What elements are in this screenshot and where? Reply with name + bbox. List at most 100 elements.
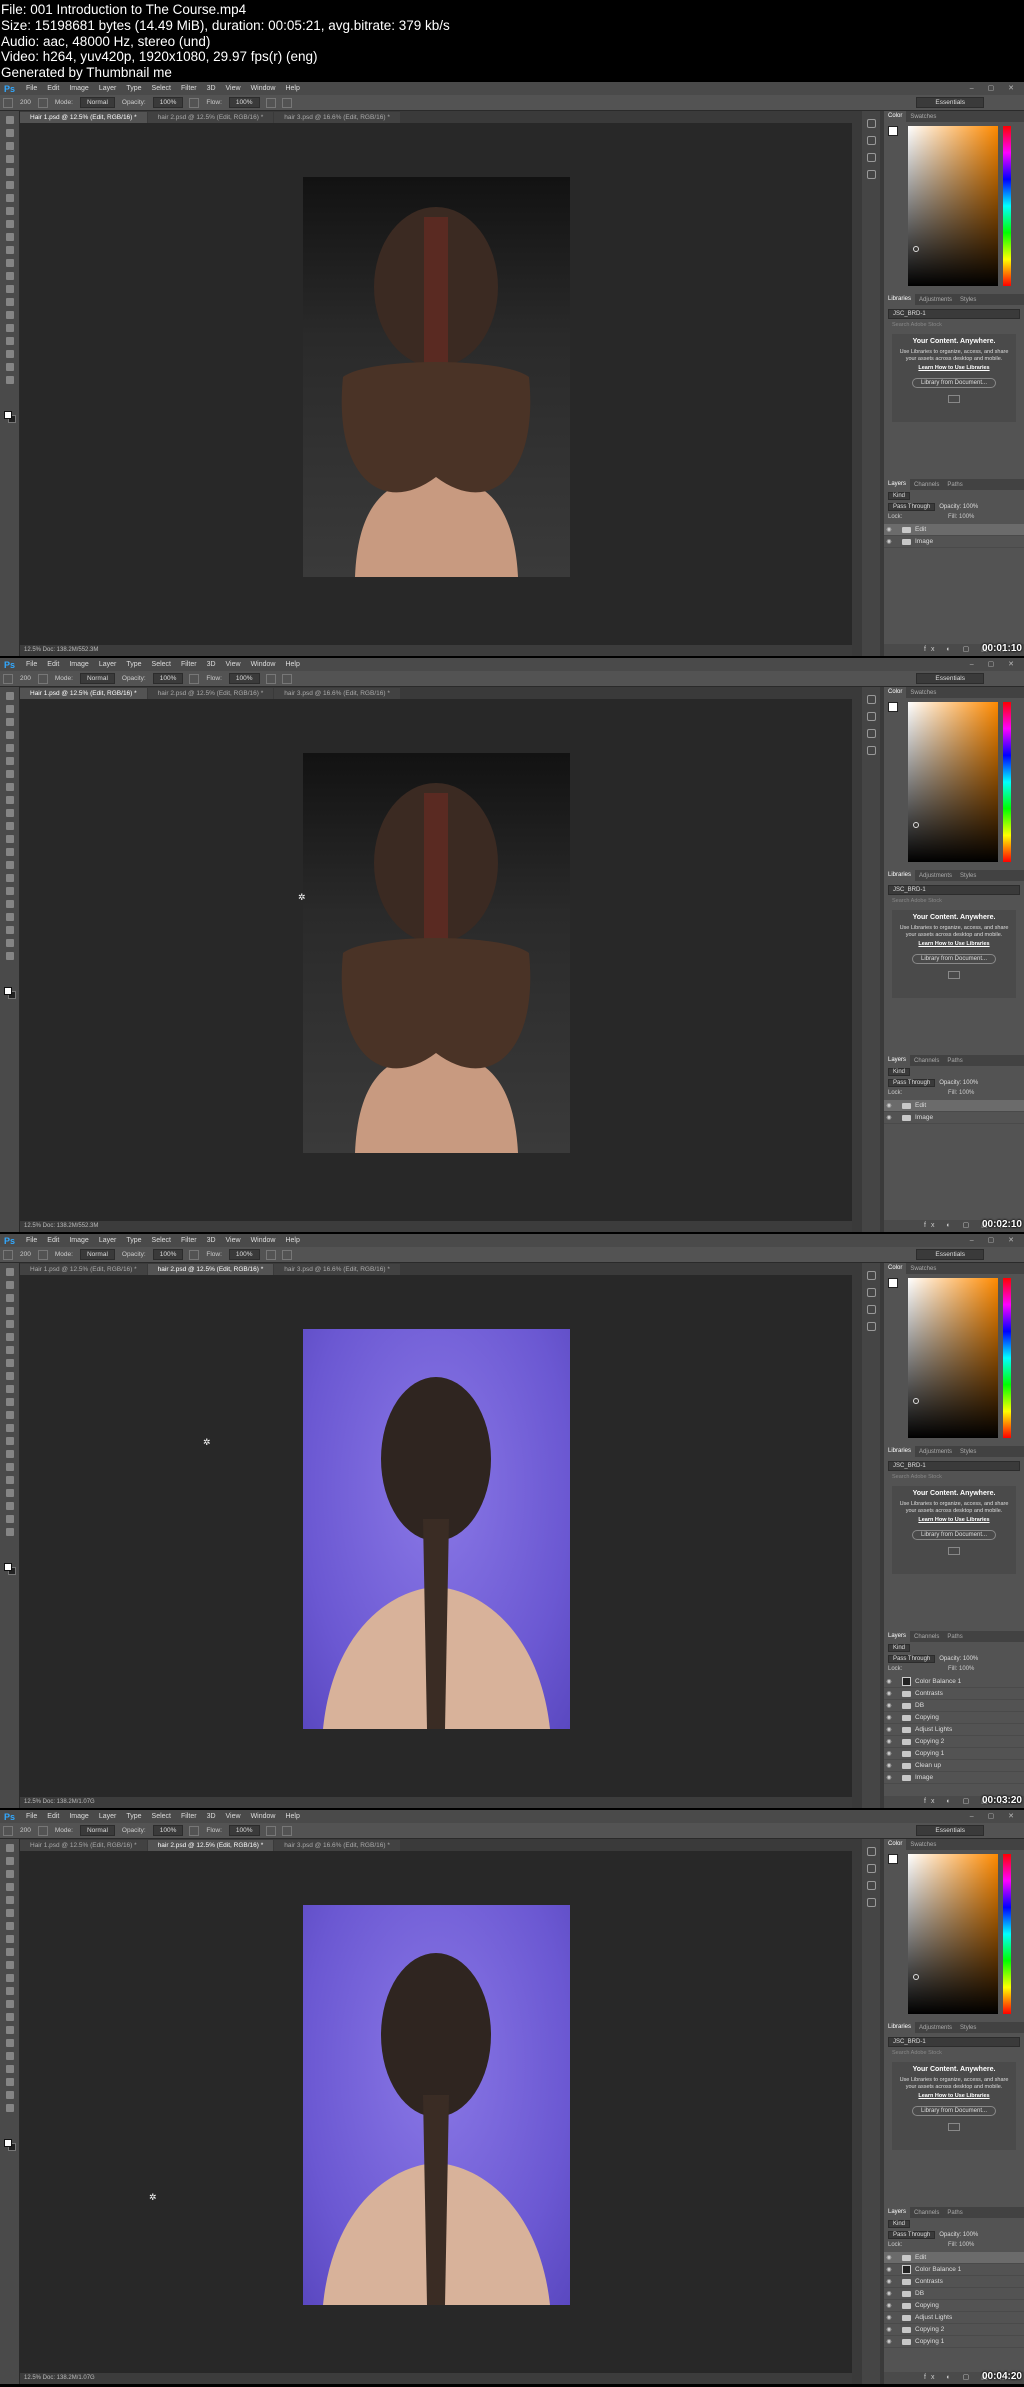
type-tool-icon[interactable] [5,1463,14,1471]
flow-field[interactable]: 100% [228,1825,260,1836]
healing-tool-icon[interactable] [5,194,14,202]
layer-row[interactable]: ◉ Copying 1 [884,1748,1024,1760]
history-icon[interactable] [866,1271,876,1280]
document-image[interactable] [303,1905,570,2305]
document-tab-3[interactable]: hair 3.psd @ 16.6% (Edit, RGB/16) * [274,1264,400,1275]
color-picker[interactable] [888,1278,1020,1438]
blend-mode-select[interactable]: Pass Through [888,1078,936,1087]
eye-icon[interactable]: ◉ [884,2278,894,2285]
learn-libraries-link[interactable]: Learn How to Use Libraries [892,365,1016,371]
document-tab-2[interactable]: hair 2.psd @ 12.5% (Edit, RGB/16) * [147,1264,274,1275]
quick-select-tool-icon[interactable] [5,1307,14,1315]
shape-tool-icon[interactable] [5,2065,14,2073]
tab-swatches[interactable]: Swatches [906,690,940,696]
mode-select[interactable]: Normal [79,97,115,108]
hue-slider[interactable] [1003,1278,1011,1438]
brush-size[interactable]: 200 [16,675,35,682]
document-tab-2[interactable]: hair 2.psd @ 12.5% (Edit, RGB/16) * [147,112,274,123]
library-select[interactable]: JSC_BRD-1 [888,309,1020,319]
tab-swatches[interactable]: Swatches [906,114,940,120]
tab-color[interactable]: Color [884,111,907,122]
eye-icon[interactable]: ◉ [884,1102,894,1109]
tab-color[interactable]: Color [884,1263,907,1274]
menu-layer[interactable]: Layer [94,661,122,668]
mode-select[interactable]: Normal [79,1825,115,1836]
dodge-tool-icon[interactable] [5,285,14,293]
airbrush-icon[interactable] [265,97,276,108]
eye-icon[interactable]: ◉ [884,2254,894,2261]
tab-channels[interactable]: Channels [910,482,943,488]
color-picker-ring[interactable] [913,1974,919,1980]
eye-icon[interactable]: ◉ [884,2314,894,2321]
adjust-icon[interactable] [866,1322,876,1331]
eyedropper-tool-icon[interactable] [5,181,14,189]
library-from-document-button[interactable]: Library from Document... [911,2106,997,2116]
layer-row[interactable]: ◉ DB [884,1700,1024,1712]
pressure-size-icon[interactable] [281,97,292,108]
menu-file[interactable]: File [21,1813,42,1820]
layer-kind-filter[interactable]: Kind [888,491,911,500]
hue-slider[interactable] [1003,1854,1011,2014]
menu-view[interactable]: View [221,661,246,668]
adjust-icon[interactable] [866,746,876,755]
tab-libraries[interactable]: Libraries [884,2022,916,2033]
zoom-tool-icon[interactable] [5,1515,14,1523]
eye-icon[interactable]: ◉ [884,1726,894,1733]
menu-3d[interactable]: 3D [202,661,221,668]
opacity-field[interactable]: 100% [152,673,184,684]
fill-field[interactable]: Fill: 100% [948,2242,974,2248]
document-tab-1[interactable]: Hair 1.psd @ 12.5% (Edit, RGB/16) * [20,112,147,123]
menu-window[interactable]: Window [246,85,281,92]
canvas-area[interactable] [20,123,852,645]
layer-row[interactable]: ◉ Color Balance 1 [884,2264,1024,2276]
workspace-switcher[interactable]: Essentials [916,673,984,684]
blur-tool-icon[interactable] [5,2000,14,2008]
history-brush-tool-icon[interactable] [5,1385,14,1393]
quick-select-tool-icon[interactable] [5,1883,14,1891]
document-image[interactable] [303,177,570,577]
more-tools-tool-icon[interactable] [5,376,14,384]
tab-adjustments[interactable]: Adjustments [915,297,956,303]
eye-icon[interactable]: ◉ [884,2338,894,2345]
menu-select[interactable]: Select [147,85,176,92]
menu-select[interactable]: Select [147,661,176,668]
path-select-tool-icon[interactable] [5,2052,14,2060]
history-icon[interactable] [866,695,876,704]
workspace-switcher[interactable]: Essentials [916,1249,984,1260]
dodge-tool-icon[interactable] [5,2013,14,2021]
move-tool-icon[interactable] [5,116,14,124]
menu-view[interactable]: View [221,85,246,92]
foreground-color-swatch[interactable] [888,702,898,712]
tab-adjustments[interactable]: Adjustments [915,2025,956,2031]
learn-libraries-link[interactable]: Learn How to Use Libraries [892,2093,1016,2099]
library-select[interactable]: JSC_BRD-1 [888,1461,1020,1471]
menu-image[interactable]: Image [64,1237,93,1244]
document-tab-3[interactable]: hair 3.psd @ 16.6% (Edit, RGB/16) * [274,688,400,699]
brush-tool-icon[interactable] [5,1935,14,1943]
library-search[interactable]: Search Adobe Stock [888,2050,1020,2058]
document-tab-3[interactable]: hair 3.psd @ 16.6% (Edit, RGB/16) * [274,112,400,123]
layer-row[interactable]: ◉ Image [884,1772,1024,1784]
opacity-field[interactable]: 100% [152,1249,184,1260]
blur-tool-icon[interactable] [5,1424,14,1432]
eye-icon[interactable]: ◉ [884,1678,894,1685]
layer-row[interactable]: ◉ Edit [884,524,1024,536]
pressure-opacity-icon[interactable] [189,673,200,684]
menu-layer[interactable]: Layer [94,1813,122,1820]
quick-select-tool-icon[interactable] [5,155,14,163]
menu-edit[interactable]: Edit [42,1237,64,1244]
library-from-document-button[interactable]: Library from Document... [911,1530,997,1540]
properties-icon[interactable] [866,153,876,162]
pen-tool-icon[interactable] [5,874,14,882]
eye-icon[interactable]: ◉ [884,1774,894,1781]
tab-paths[interactable]: Paths [943,2210,966,2216]
opacity-field[interactable]: 100% [152,97,184,108]
menu-filter[interactable]: Filter [176,1237,202,1244]
tab-layers[interactable]: Layers [884,479,911,490]
pen-tool-icon[interactable] [5,2026,14,2034]
brush-tool-icon[interactable] [5,783,14,791]
foreground-color-swatch[interactable] [888,1278,898,1288]
layer-row[interactable]: ◉ Adjust Lights [884,2312,1024,2324]
fill-field[interactable]: Fill: 100% [948,514,974,520]
move-tool-icon[interactable] [5,692,14,700]
